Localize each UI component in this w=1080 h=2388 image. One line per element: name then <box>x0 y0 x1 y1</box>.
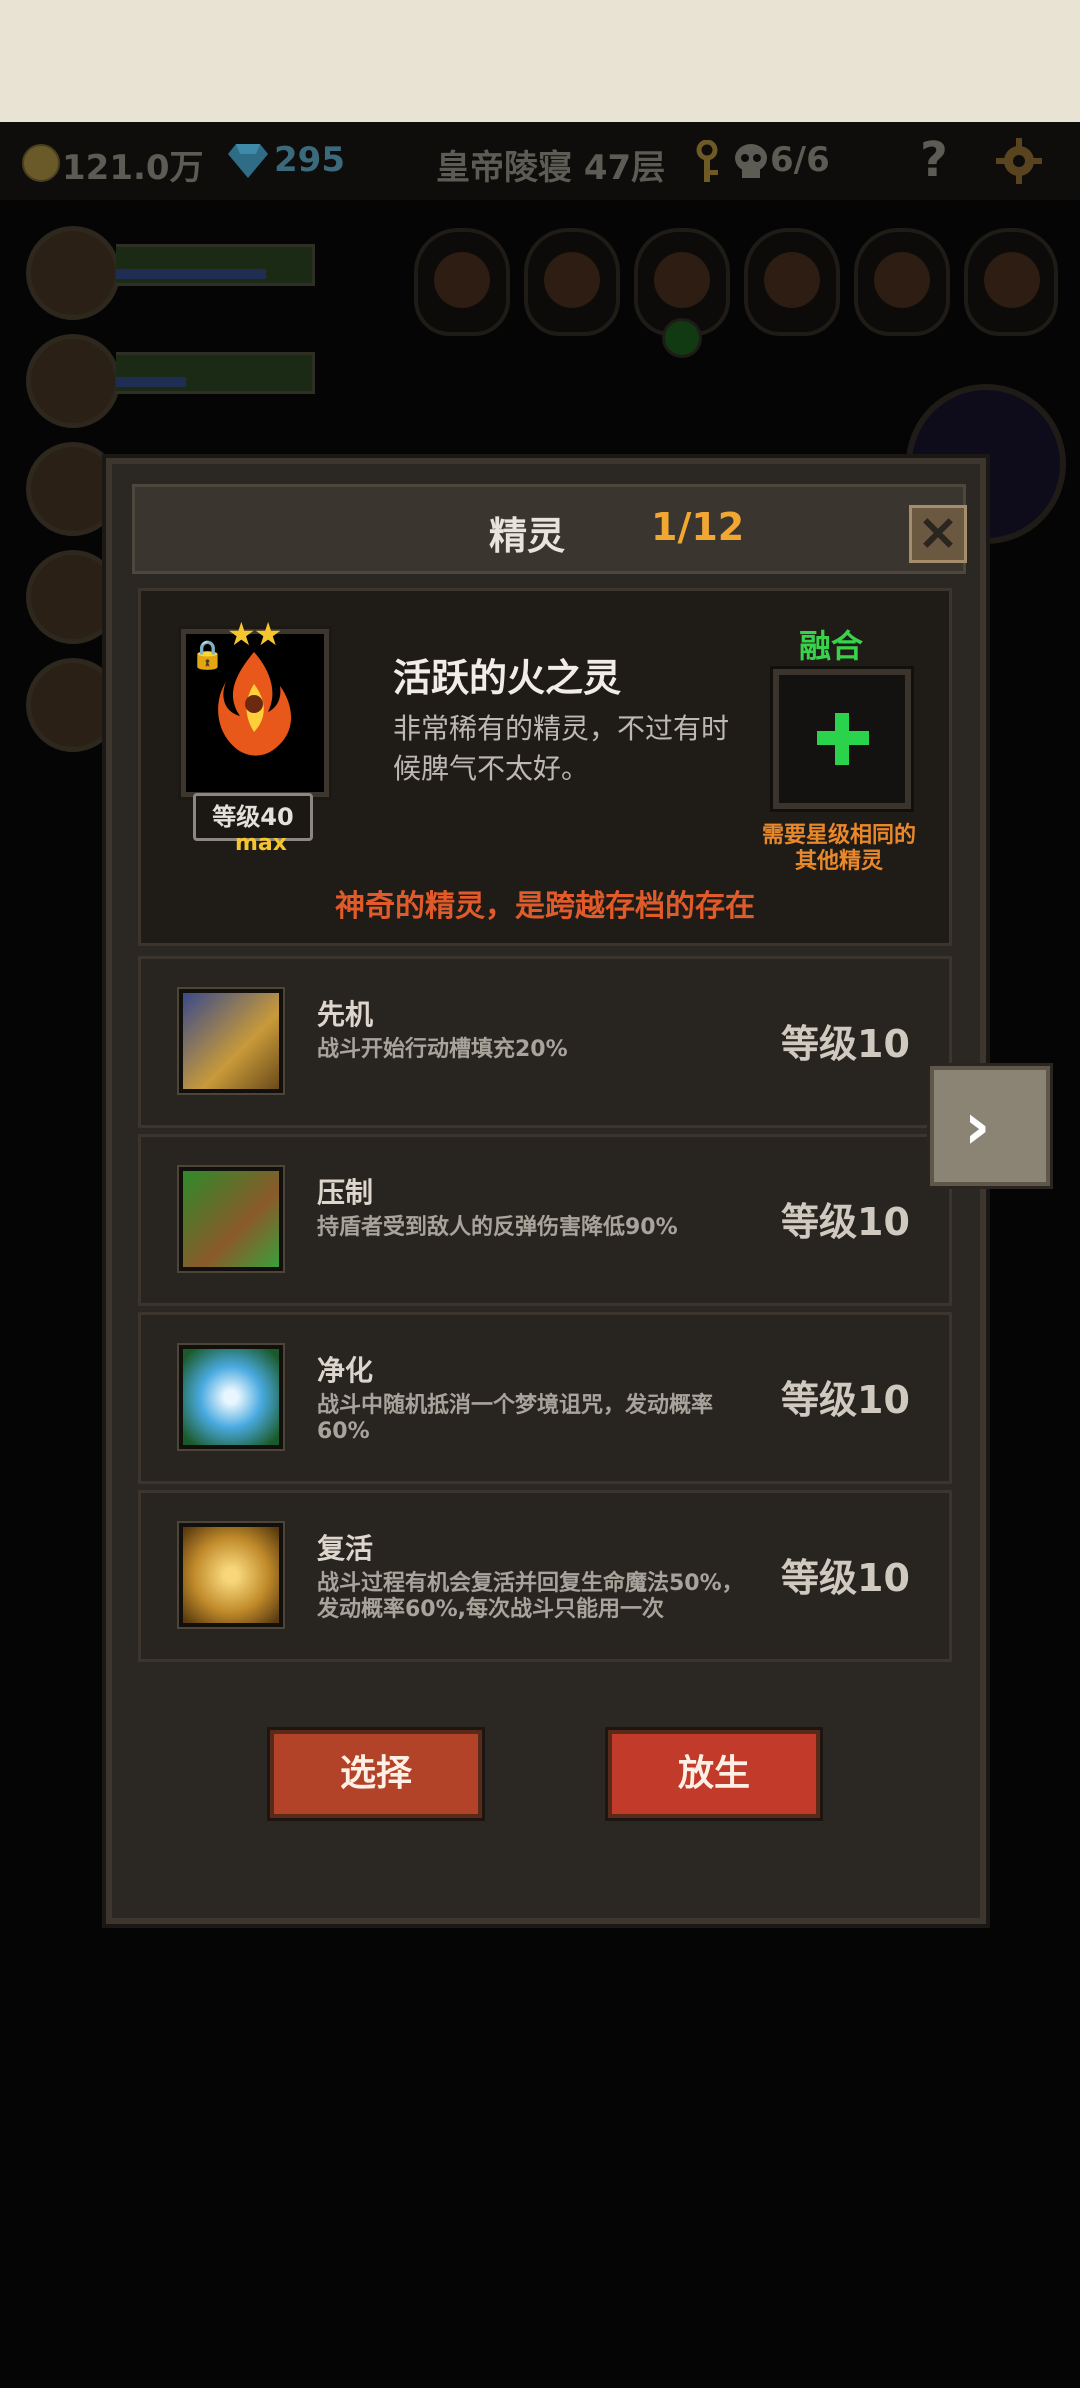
revive-icon <box>179 1523 283 1627</box>
spirit-name: 活跃的火之灵 <box>393 656 622 700</box>
dialog-title: 精灵 <box>489 514 566 558</box>
fuse-label: 融合 <box>799 627 864 665</box>
relic-slot[interactable] <box>854 228 950 336</box>
skill-row[interactable]: 压制 持盾者受到敌人的反弹伤害降低90% 等级10 <box>138 1134 952 1306</box>
skill-description: 战斗中随机抵消一个梦境诅咒，发动概率60% <box>317 1393 714 1444</box>
skill-row[interactable]: 先机 战斗开始行动槽填充20% 等级10 <box>138 956 952 1128</box>
skill-description: 战斗开始行动槽填充20% <box>317 1037 568 1062</box>
spirit-counter: 1/12 <box>651 505 745 549</box>
relic-slot[interactable] <box>524 228 620 336</box>
spirit-dialog: 精灵 1/12 🔒 ★★ 等级40 max 活跃的火之灵 非常稀有的精灵，不过有… <box>106 458 986 1924</box>
skill-description: 战斗过程有机会复活并回复生命魔法50%，发动概率60%,每次战斗只能用一次 <box>317 1571 744 1622</box>
fuse-requirement: 需要星级相同的其他精灵 <box>761 823 916 874</box>
skill-row[interactable]: 复活 战斗过程有机会复活并回复生命魔法50%，发动概率60%,每次战斗只能用一次… <box>138 1490 952 1662</box>
keys-count: 6/6 <box>770 140 830 180</box>
relic-slot[interactable] <box>744 228 840 336</box>
spirit-info-panel: 🔒 ★★ 等级40 max 活跃的火之灵 非常稀有的精灵，不过有时候脾气不太好。… <box>138 588 952 946</box>
gem-icon <box>228 144 268 178</box>
claw-icon <box>179 1167 283 1271</box>
relic-slot[interactable] <box>414 228 510 336</box>
status-bar-area <box>0 0 1080 122</box>
max-label: max <box>235 831 287 856</box>
hero-portrait[interactable] <box>26 334 120 428</box>
select-button[interactable]: 选择 <box>270 1730 482 1818</box>
skill-level: 等级10 <box>781 1378 910 1422</box>
release-button[interactable]: 放生 <box>608 1730 820 1818</box>
skill-level: 等级10 <box>781 1556 910 1600</box>
gem-amount: 295 <box>274 140 345 180</box>
spirit-portrait[interactable]: 🔒 <box>181 629 329 797</box>
skill-level: 等级10 <box>781 1022 910 1066</box>
leopard-icon <box>179 989 283 1093</box>
star-rating: ★★ <box>227 615 282 653</box>
spirit-tagline: 神奇的精灵，是跨越存档的存在 <box>335 889 755 924</box>
hero-hp-bar <box>116 352 315 394</box>
next-spirit-button[interactable]: › <box>930 1066 1050 1186</box>
dialog-header: 精灵 1/12 <box>132 484 967 574</box>
skill-row[interactable]: 净化 战斗中随机抵消一个梦境诅咒，发动概率60% 等级10 <box>138 1312 952 1484</box>
lock-icon[interactable]: 🔒 <box>190 638 225 671</box>
skill-name: 先机 <box>317 998 374 1031</box>
gear-icon[interactable] <box>996 138 1042 184</box>
chevron-right-icon: › <box>964 1090 991 1164</box>
skill-level: 等级10 <box>781 1200 910 1244</box>
skill-description: 持盾者受到敌人的反弹伤害降低90% <box>317 1215 678 1240</box>
relic-slot[interactable] <box>964 228 1058 336</box>
skill-name: 净化 <box>317 1354 374 1387</box>
hero-hp-bar <box>116 244 315 286</box>
fuse-slot[interactable] <box>773 669 911 809</box>
skill-name: 复活 <box>317 1532 374 1565</box>
gold-coin-icon <box>22 144 60 182</box>
spirit-description: 非常稀有的精灵，不过有时候脾气不太好。 <box>393 712 730 785</box>
skull-icon <box>735 144 767 178</box>
key-icon <box>696 140 718 182</box>
relic-badge <box>662 318 702 358</box>
gold-amount: 121.0万 <box>62 148 204 188</box>
plus-icon <box>811 707 875 771</box>
hero-portrait[interactable] <box>26 226 120 320</box>
skill-name: 压制 <box>317 1176 374 1209</box>
flower-icon <box>179 1345 283 1449</box>
location-label: 皇帝陵寝 47层 <box>436 148 666 188</box>
close-button[interactable] <box>909 505 967 563</box>
help-button[interactable]: ? <box>920 132 948 188</box>
top-hud: 121.0万 295 皇帝陵寝 47层 6/6 ? <box>0 122 1080 202</box>
